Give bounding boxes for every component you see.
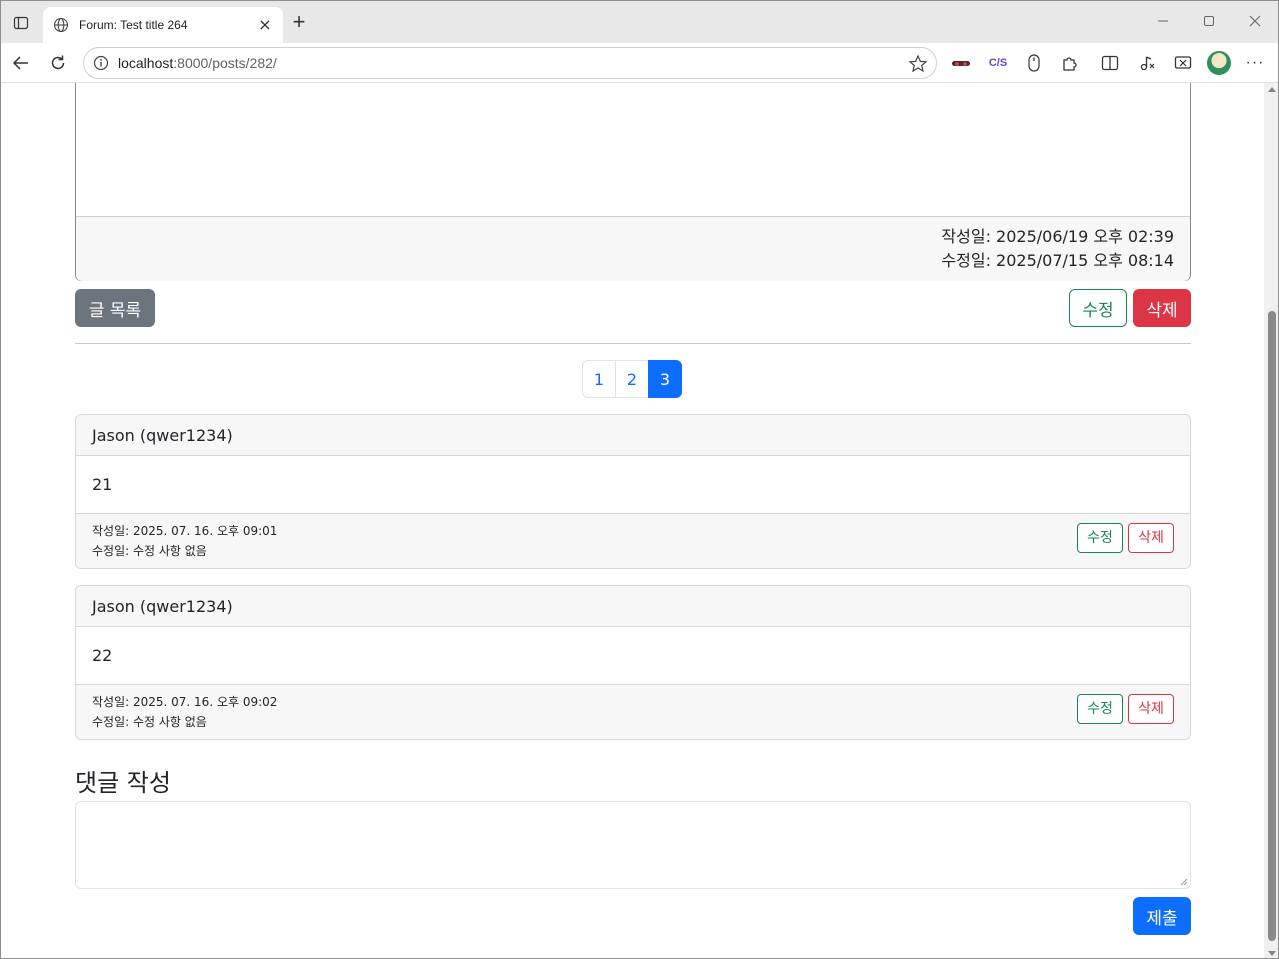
profile-avatar[interactable] xyxy=(1207,51,1231,75)
more-menu-icon[interactable]: ··· xyxy=(1244,52,1266,74)
incognito-extension-icon[interactable] xyxy=(950,52,972,74)
site-info-icon[interactable] xyxy=(92,54,110,72)
comment-card: Jason (qwer1234) 22 작성일: 2025. 07. 16. 오… xyxy=(75,585,1191,740)
split-screen-icon[interactable] xyxy=(1099,52,1121,74)
scroll-up-arrow-icon[interactable] xyxy=(1268,87,1276,92)
comment-delete-button[interactable]: 삭제 xyxy=(1128,523,1174,553)
resize-grip-icon[interactable] xyxy=(1180,878,1188,886)
comment-actions: 수정 삭제 xyxy=(1077,523,1174,553)
comment-created-date: 작성일: 2025. 07. 16. 오후 09:01 xyxy=(92,524,278,538)
new-tab-icon[interactable]: + xyxy=(289,11,309,33)
minimize-icon[interactable] xyxy=(1153,11,1173,31)
url-host: localhost xyxy=(118,55,174,71)
active-tab[interactable]: Forum: Test title 264 × xyxy=(43,7,283,43)
comment-modified-date: 수정일: 수정 사항 없음 xyxy=(92,715,207,729)
tab-title: Forum: Test title 264 xyxy=(79,18,188,32)
comment-created-date: 작성일: 2025. 07. 16. 오후 09:02 xyxy=(92,695,278,709)
globe-icon xyxy=(53,17,69,33)
post-edit-button[interactable]: 수정 xyxy=(1069,289,1127,327)
comment-footer: 작성일: 2025. 07. 16. 오후 09:01 수정일: 수정 사항 없… xyxy=(76,513,1190,568)
url-text: localhost:8000/posts/282/ xyxy=(118,55,277,71)
tab-bar: Forum: Test title 264 × + xyxy=(1,1,1278,43)
post-body xyxy=(76,83,1190,216)
comment-content: 21 xyxy=(92,475,113,494)
back-arrow-icon[interactable] xyxy=(9,51,33,75)
comment-submit-button[interactable]: 제출 xyxy=(1133,897,1191,935)
address-bar[interactable]: localhost:8000/posts/282/ xyxy=(83,47,937,79)
screenshot-icon[interactable] xyxy=(1172,52,1194,74)
url-path: :8000/posts/282/ xyxy=(173,55,277,71)
extensions-puzzle-icon[interactable] xyxy=(1059,52,1081,74)
page-scrollbar[interactable] xyxy=(1264,83,1278,958)
scrollbar-thumb[interactable] xyxy=(1268,311,1276,941)
mouse-extension-icon[interactable] xyxy=(1023,52,1045,74)
post-modified-date: 수정일: 2025/07/15 오후 08:14 xyxy=(941,251,1174,270)
page-viewport: 작성일: 2025/06/19 오후 02:39 수정일: 2025/07/15… xyxy=(1,83,1264,958)
post-list-button[interactable]: 글 목록 xyxy=(75,289,155,327)
close-window-icon[interactable] xyxy=(1245,11,1265,31)
page-link-2[interactable]: 2 xyxy=(615,360,649,398)
post-card: 작성일: 2025/06/19 오후 02:39 수정일: 2025/07/15… xyxy=(75,83,1191,281)
reload-icon[interactable] xyxy=(46,51,70,75)
comment-pagination: 1 2 3 xyxy=(582,360,682,398)
close-tab-icon[interactable]: × xyxy=(257,17,273,33)
maximize-icon[interactable] xyxy=(1199,11,1219,31)
post-created-date: 작성일: 2025/06/19 오후 02:39 xyxy=(941,227,1174,246)
section-divider xyxy=(75,343,1191,344)
page-link-3-active[interactable]: 3 xyxy=(648,360,682,398)
comment-form-title: 댓글 작성 xyxy=(75,769,171,797)
post-delete-button[interactable]: 삭제 xyxy=(1133,289,1191,327)
favorite-star-icon[interactable] xyxy=(908,54,928,74)
tab-actions-icon[interactable] xyxy=(11,13,31,33)
comment-textarea[interactable] xyxy=(75,801,1191,889)
post-footer: 작성일: 2025/06/19 오후 02:39 수정일: 2025/07/15… xyxy=(76,216,1190,281)
comment-content: 22 xyxy=(92,646,113,665)
comment-card: Jason (qwer1234) 21 작성일: 2025. 07. 16. 오… xyxy=(75,414,1191,569)
comment-author: Jason (qwer1234) xyxy=(76,586,1190,627)
browser-toolbar: localhost:8000/posts/282/ C/S ··· xyxy=(1,43,1278,83)
comment-modified-date: 수정일: 수정 사항 없음 xyxy=(92,544,207,558)
comment-delete-button[interactable]: 삭제 xyxy=(1128,694,1174,724)
media-control-icon[interactable] xyxy=(1136,52,1158,74)
browser-window: Forum: Test title 264 × + localhost:8000… xyxy=(0,0,1279,959)
comment-edit-button[interactable]: 수정 xyxy=(1077,523,1123,553)
comment-author: Jason (qwer1234) xyxy=(76,415,1190,456)
cjs-extension-icon[interactable]: C/S xyxy=(987,52,1009,74)
page-link-1[interactable]: 1 xyxy=(582,360,616,398)
comment-actions: 수정 삭제 xyxy=(1077,694,1174,724)
comment-footer: 작성일: 2025. 07. 16. 오후 09:02 수정일: 수정 사항 없… xyxy=(76,684,1190,739)
scroll-down-arrow-icon[interactable] xyxy=(1268,951,1276,956)
comment-edit-button[interactable]: 수정 xyxy=(1077,694,1123,724)
